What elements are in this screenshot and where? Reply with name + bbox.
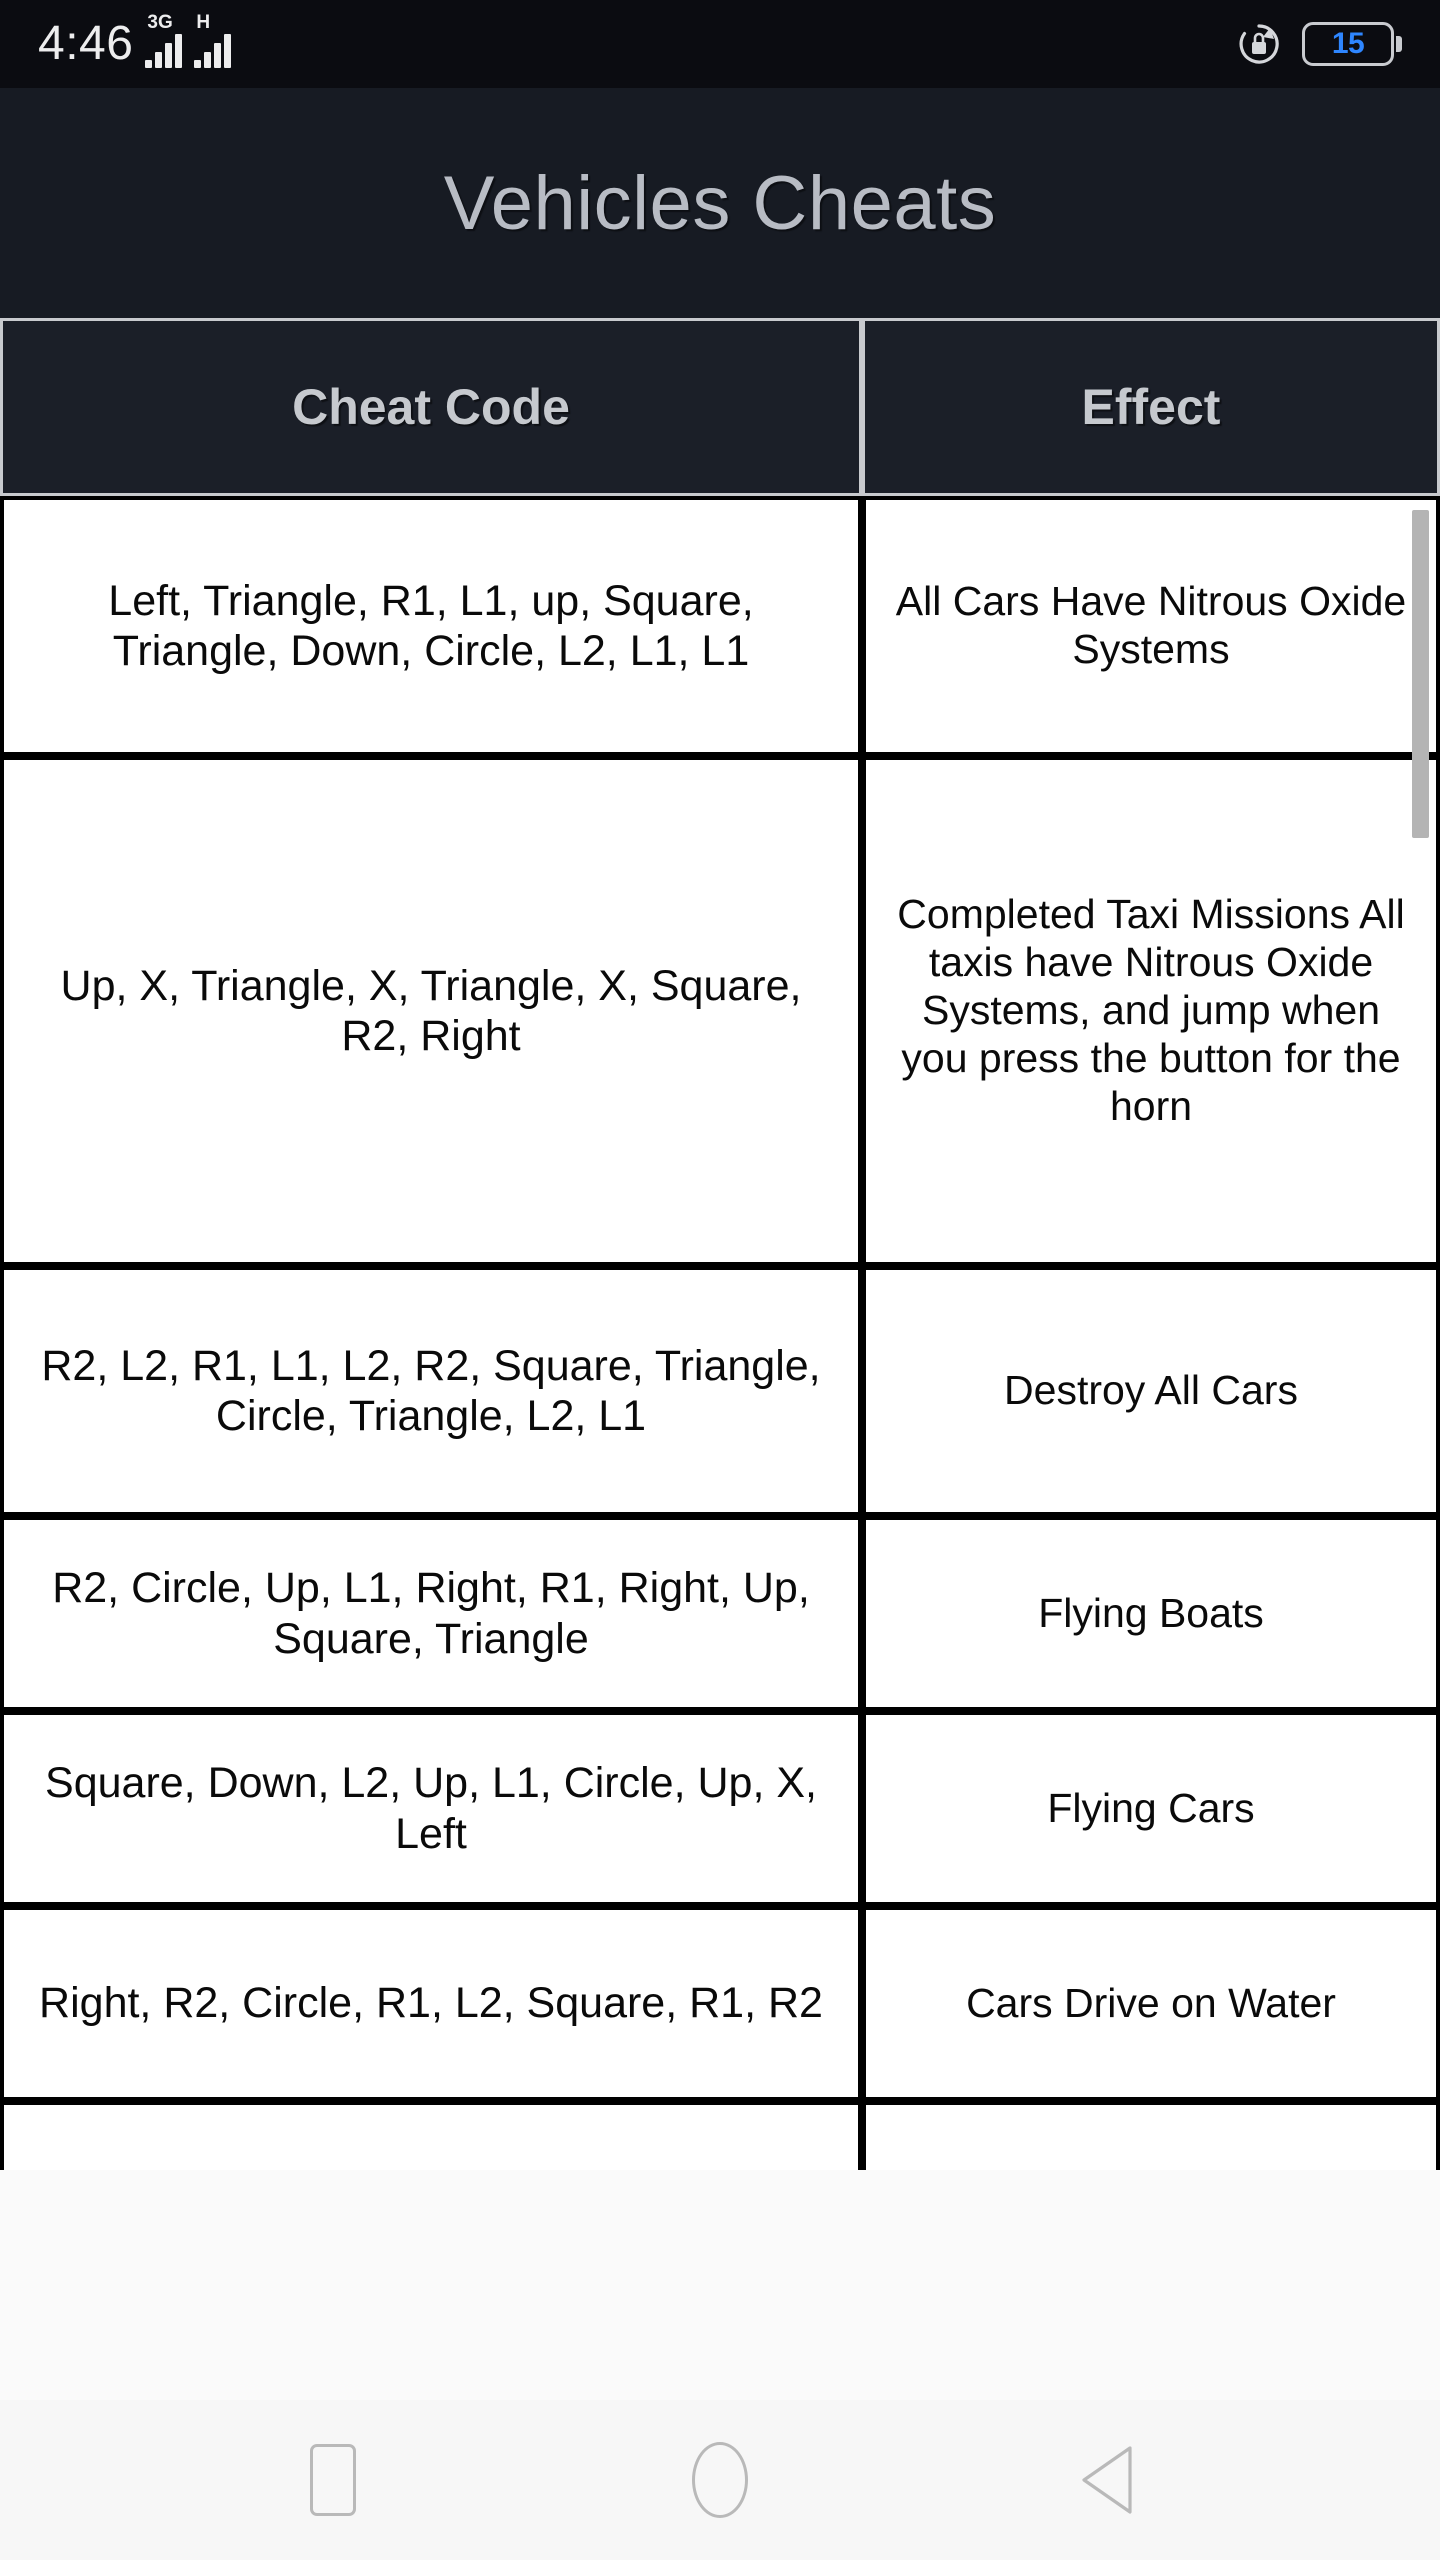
cell-cheat-code: Right, R2, Circle, R1, L2, Square, R1, R…	[0, 1906, 862, 2101]
content-bottom-spacer	[0, 2170, 1440, 2400]
app-bar: Vehicles Cheats	[0, 88, 1440, 318]
battery-indicator: 15	[1302, 22, 1402, 66]
table-row[interactable]: R2, Circle, Up, L1, Right, R1, Right, Up…	[0, 1516, 1440, 1711]
table-row[interactable]: Square, Down, L2, Up, L1, Circle, Up, X,…	[0, 1711, 1440, 1906]
square-recents-icon	[310, 2444, 357, 2516]
status-bar-left: 4:46 3G H	[38, 12, 232, 70]
network-type-label-sim1: 3G	[147, 12, 173, 33]
status-bar-right: 15	[1236, 21, 1402, 67]
cell-effect: Completed Taxi Missions All taxis have N…	[862, 756, 1440, 1266]
cell-effect: Cars Float Away	[862, 2101, 1440, 2170]
cell-cheat-code: R2, L2, R1, L1, L2, R2, Square, Triangle…	[0, 1266, 862, 1516]
home-button[interactable]	[660, 2420, 780, 2540]
signal-bars-icon-sim1	[145, 34, 183, 68]
signal-bars-icon-sim2	[194, 34, 232, 68]
table-body: Left, Triangle, R1, L1, up, Square, Tria…	[0, 496, 1440, 2170]
triangle-back-icon	[1082, 2446, 1132, 2514]
status-clock: 4:46	[38, 17, 134, 70]
table-row[interactable]: Right, R2, Circle, R1, L2, Square, R1, R…	[0, 1906, 1440, 2101]
android-navigation-bar	[0, 2400, 1440, 2560]
signal-indicator-sim1: 3G	[145, 12, 183, 68]
cell-cheat-code: Left, Triangle, R1, L1, up, Square, Tria…	[0, 496, 862, 756]
table-row[interactable]: Up, X, Triangle, X, Triangle, X, Square,…	[0, 756, 1440, 1266]
column-header-effect: Effect	[862, 318, 1440, 496]
cell-cheat-code: R2, Circle, Up, L1, Right, R1, Right, Up…	[0, 1516, 862, 1711]
status-bar: 4:46 3G H 15	[0, 0, 1440, 88]
cell-cheat-code: Square, Down, L2, Up, L1, Circle, Up, X,…	[0, 1711, 862, 1906]
recents-button[interactable]	[273, 2420, 393, 2540]
table-header-row: Cheat Code Effect	[0, 318, 1440, 496]
cell-cheat-code	[0, 2101, 862, 2170]
table-row[interactable]: R2, L2, R1, L1, L2, R2, Square, Triangle…	[0, 1266, 1440, 1516]
vertical-scrollbar-thumb[interactable]	[1412, 510, 1429, 838]
back-button[interactable]	[1047, 2420, 1167, 2540]
page-title: Vehicles Cheats	[443, 160, 997, 246]
column-header-cheat-code: Cheat Code	[0, 318, 862, 496]
battery-body: 15	[1302, 22, 1394, 66]
circle-home-icon	[691, 2442, 748, 2518]
cell-effect: Destroy All Cars	[862, 1266, 1440, 1516]
cell-effect: Cars Drive on Water	[862, 1906, 1440, 2101]
table-row[interactable]: Cars Float Away	[0, 2101, 1440, 2170]
cell-cheat-code: Up, X, Triangle, X, Triangle, X, Square,…	[0, 756, 862, 1266]
signal-indicator-sim2: H	[194, 12, 232, 68]
cheats-table-scroll-area[interactable]: Cheat Code Effect Left, Triangle, R1, L1…	[0, 318, 1440, 2170]
rotation-lock-icon	[1236, 21, 1282, 67]
phone-screen: 4:46 3G H 15 Vehicles Cheats Cheat Code …	[0, 0, 1440, 2560]
battery-cap	[1396, 36, 1402, 52]
table-row[interactable]: Left, Triangle, R1, L1, up, Square, Tria…	[0, 496, 1440, 756]
network-type-label-sim2: H	[196, 12, 211, 33]
battery-level-label: 15	[1331, 27, 1365, 60]
cell-effect: All Cars Have Nitrous Oxide Systems	[862, 496, 1440, 756]
cell-effect: Flying Cars	[862, 1711, 1440, 1906]
cell-effect: Flying Boats	[862, 1516, 1440, 1711]
